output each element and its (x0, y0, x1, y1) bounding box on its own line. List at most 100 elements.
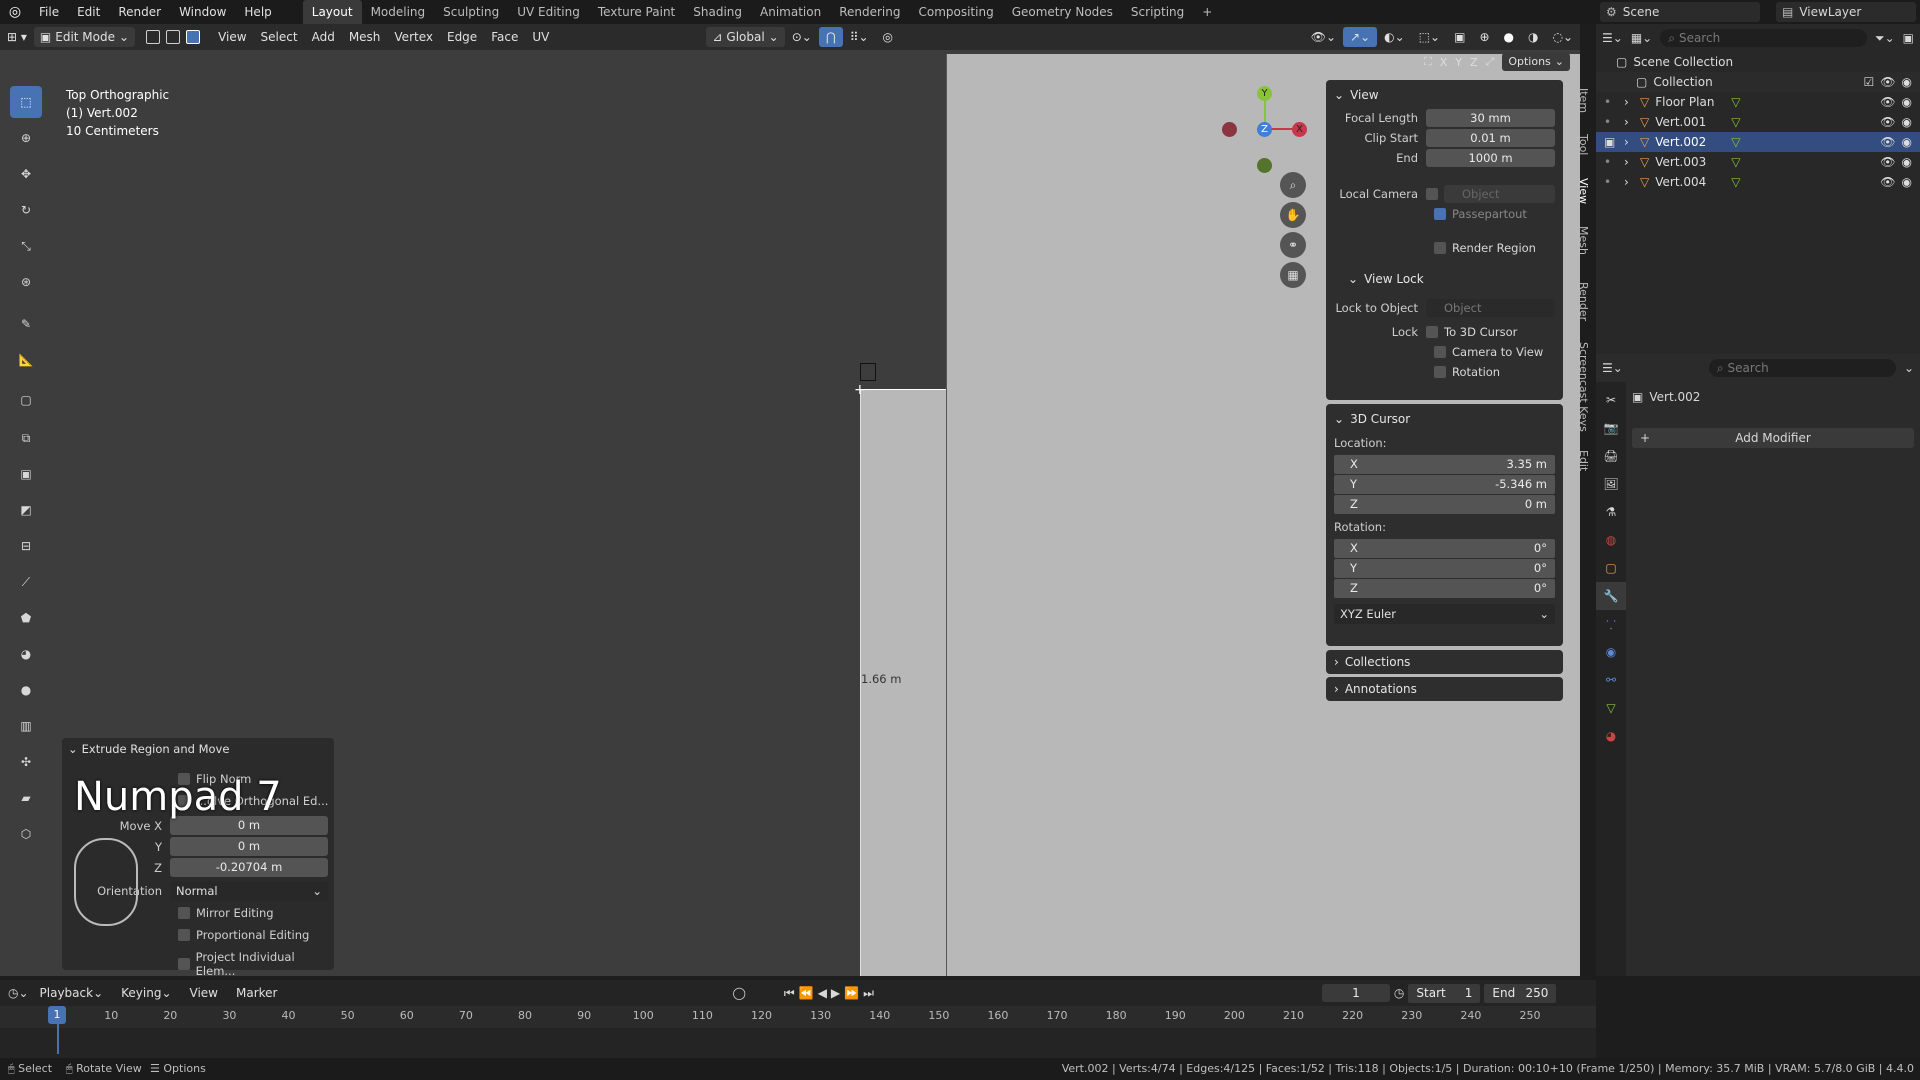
outliner-item-vert-002[interactable]: ▣ › ▽ Vert.002 ▽ 👁 ◉ (1596, 132, 1920, 152)
tab-geometry-nodes[interactable]: Geometry Nodes (1003, 0, 1122, 24)
outliner-item-vert-004[interactable]: • › ▽ Vert.004 ▽ 👁 ◉ (1596, 172, 1920, 192)
playhead[interactable]: 1 (48, 1006, 66, 1024)
outliner-item-vert-003[interactable]: • › ▽ Vert.003 ▽ 👁 ◉ (1596, 152, 1920, 172)
render-region-option[interactable]: Render Region (1334, 238, 1555, 258)
play-icon[interactable]: ▶ (831, 986, 840, 1000)
expand-arrow-icon[interactable]: › (1624, 155, 1640, 169)
expand-arrow-icon[interactable]: › (1624, 115, 1640, 129)
cursor-loc-z[interactable]: Z0 m (1334, 494, 1555, 514)
tab-view[interactable]: View (1572, 178, 1590, 204)
edge-select-icon[interactable] (166, 30, 181, 44)
eye-icon[interactable]: 👁 (1880, 95, 1895, 109)
selected-edge[interactable] (860, 389, 946, 390)
auto-keying-icon[interactable]: ◯ (732, 986, 745, 1000)
gizmo-neg-y[interactable] (1257, 158, 1272, 173)
mesh-overlay-icon[interactable]: ⬚⌄ (1412, 27, 1447, 47)
tab-sculpting[interactable]: Sculpting (434, 0, 508, 24)
measure-tool[interactable]: 📐 (10, 344, 42, 376)
overlays-icon[interactable]: ◐⌄ (1377, 27, 1412, 47)
scene-tab-icon[interactable]: ⚗ (1596, 498, 1626, 526)
view-lock-header[interactable]: ⌄ View Lock (1334, 268, 1555, 290)
gizmo-icon[interactable]: ↗⌄ (1343, 27, 1378, 47)
tab-modeling[interactable]: Modeling (362, 0, 435, 24)
move-z-field[interactable]: -0.20704 m (170, 858, 328, 877)
jump-end-icon[interactable]: ⏭ (863, 986, 874, 1001)
local-camera-field[interactable]: Object (1444, 185, 1555, 203)
editor-type-icon[interactable]: ◷⌄ (8, 986, 29, 1000)
menu-select[interactable]: Select (254, 27, 305, 47)
pivot-point-icon[interactable]: ⊙⌄ (785, 27, 819, 47)
chevron-down-icon[interactable]: ⌄ (1904, 361, 1914, 375)
edge-slide-tool[interactable]: ▥ (10, 710, 42, 742)
physics-tab-icon[interactable]: ◉ (1596, 638, 1626, 666)
eye-icon[interactable]: 👁 (1880, 75, 1895, 89)
scene-selector[interactable]: ⚙ Scene (1600, 2, 1760, 22)
menu-vertex[interactable]: Vertex (387, 27, 440, 47)
tool-tab-icon[interactable]: ✂ (1596, 386, 1626, 414)
expand-arrow-icon[interactable]: › (1624, 135, 1640, 149)
3d-cursor-header[interactable]: ⌄ 3D Cursor (1334, 408, 1555, 430)
solid-shading-icon[interactable]: ● (1497, 27, 1521, 47)
visibility-icon[interactable]: 👁⌄ (1304, 27, 1343, 47)
expand-arrow-icon[interactable]: › (1624, 95, 1640, 109)
new-collection-icon[interactable]: ▣ (1903, 31, 1914, 45)
vertex-select-icon[interactable] (146, 30, 161, 44)
menu-help[interactable]: Help (235, 0, 280, 24)
mode-dropdown[interactable]: ▣ Edit Mode ⌄ (33, 27, 136, 47)
tab-screencast-keys[interactable]: Screencast Keys (1572, 342, 1590, 432)
menu-view[interactable]: View (211, 27, 253, 47)
menu-view[interactable]: View (183, 983, 225, 1003)
navigation-gizmo[interactable]: Y Z X (1220, 86, 1310, 186)
menu-keying[interactable]: Keying⌄ (114, 983, 178, 1003)
gizmo-y[interactable]: Y (1257, 86, 1272, 101)
outliner-search-input[interactable]: ⌕ Search (1660, 29, 1867, 47)
start-frame-field[interactable]: Start 1 (1408, 983, 1481, 1003)
smooth-tool[interactable]: ● (10, 674, 42, 706)
menu-window[interactable]: Window (170, 0, 235, 24)
rotation-mode-dropdown[interactable]: XYZ Euler ⌄ (1334, 604, 1555, 624)
add-modifier-button[interactable]: + Add Modifier (1632, 428, 1914, 448)
clip-start-field[interactable]: 0.01 m (1426, 129, 1555, 147)
clock-icon[interactable]: ◷ (1394, 986, 1404, 1000)
eye-icon[interactable]: 👁 (1880, 155, 1895, 169)
select-box-tool[interactable]: ⬚ (10, 86, 42, 118)
output-tab-icon[interactable]: 🖨 (1596, 442, 1626, 470)
tab-item[interactable]: Item (1572, 88, 1590, 113)
editor-type-icon[interactable]: ☰⌄ (1602, 31, 1623, 45)
bevel-tool[interactable]: ◩ (10, 494, 42, 526)
lock-to-object-field[interactable]: Object (1426, 299, 1555, 317)
knife-tool[interactable]: ⟋ (10, 566, 42, 598)
rotate-tool[interactable]: ↻ (10, 194, 42, 226)
menu-edge[interactable]: Edge (440, 27, 484, 47)
camera-icon[interactable]: ◉ (1902, 135, 1912, 149)
blender-logo-icon[interactable]: ◎ (0, 0, 30, 24)
tab-tool[interactable]: Tool (1572, 134, 1590, 155)
xray-icon[interactable]: ▣ (1447, 27, 1472, 47)
render-tab-icon[interactable]: 📷 (1596, 414, 1626, 442)
scale-tool[interactable]: ⤡ (10, 230, 42, 262)
rip-tool[interactable]: ⬡ (10, 818, 42, 850)
data-tab-icon[interactable]: ▽ (1596, 694, 1626, 722)
tab-layout[interactable]: Layout (302, 0, 362, 24)
gizmo-x[interactable]: X (1292, 122, 1307, 137)
menu-render[interactable]: Render (109, 0, 170, 24)
checkbox-icon[interactable]: ☑ (1864, 75, 1875, 89)
tab-rendering[interactable]: Rendering (830, 0, 909, 24)
tab-shading[interactable]: Shading (684, 0, 751, 24)
collection-row[interactable]: ▢ Collection ☑ 👁 ◉ (1596, 72, 1920, 92)
camera-view-icon[interactable]: ⚭ (1280, 232, 1306, 258)
mirror-editing-option[interactable]: Mirror Editing (178, 906, 274, 920)
auto-merge-icon[interactable]: ⤢ (1486, 55, 1495, 69)
face-select-icon[interactable] (186, 30, 201, 44)
menu-marker[interactable]: Marker (229, 983, 284, 1003)
extrude-tool[interactable]: ⧉ (10, 422, 42, 454)
add-workspace-button[interactable]: + (1193, 0, 1221, 24)
wireframe-shading-icon[interactable]: ⊕ (1472, 27, 1496, 47)
view-layer-tab-icon[interactable]: 🖼 (1596, 470, 1626, 498)
material-tab-icon[interactable]: ◕ (1596, 722, 1626, 750)
poly-build-tool[interactable]: ⬟ (10, 602, 42, 634)
menu-face[interactable]: Face (484, 27, 525, 47)
inset-tool[interactable]: ▣ (10, 458, 42, 490)
menu-uv[interactable]: UV (525, 27, 556, 47)
passepartout-option[interactable]: Passepartout (1334, 204, 1555, 224)
